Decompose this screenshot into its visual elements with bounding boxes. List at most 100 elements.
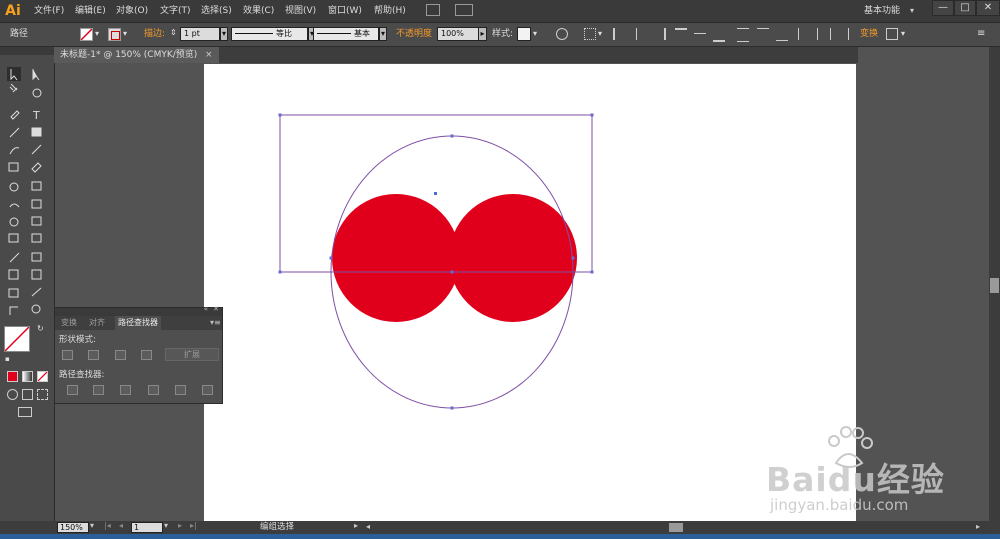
document-tab[interactable]: 未标题-1* @ 150% (CMYK/预览) <box>54 47 220 63</box>
tools-panel-header[interactable] <box>0 47 54 55</box>
minimize-button[interactable]: — <box>932 0 954 16</box>
align-hcenter-icon[interactable] <box>636 28 649 40</box>
close-panel-icon[interactable]: ✕ <box>213 305 219 313</box>
anchor-point[interactable] <box>450 406 454 410</box>
menu-help[interactable]: 帮助(H) <box>374 0 406 22</box>
scroll-left-icon[interactable]: ◂ <box>366 522 370 531</box>
crop-icon[interactable] <box>148 385 159 395</box>
graphic-style-swatch[interactable] <box>517 27 531 41</box>
bridge-icon[interactable] <box>426 4 440 16</box>
default-colors-icon[interactable]: ▪ <box>5 355 10 363</box>
scroll-right-icon[interactable]: ▸ <box>976 522 980 531</box>
workspace-dropdown-icon[interactable]: ▾ <box>910 6 914 15</box>
transform-label[interactable]: 变换 <box>860 23 878 46</box>
anchor-point[interactable] <box>571 256 575 260</box>
gradient-mode-icon[interactable] <box>22 371 33 382</box>
stroke-stepper-icon[interactable]: ⇕ <box>170 28 177 37</box>
tab-transform[interactable]: 变换 <box>58 316 80 330</box>
screen-mode-icon[interactable] <box>18 407 32 417</box>
expand-button[interactable]: 扩展 <box>165 348 219 361</box>
artboard-number-input[interactable]: 1 <box>131 522 163 533</box>
anchor-point[interactable] <box>278 270 282 274</box>
horizontal-scroll-thumb[interactable] <box>669 523 683 532</box>
align-left-icon[interactable] <box>613 28 627 40</box>
stroke-weight-dropdown[interactable]: ▾ <box>220 27 228 41</box>
artwork-group[interactable] <box>278 113 594 410</box>
first-artboard-icon[interactable]: |◂ <box>104 521 111 530</box>
tab-pathfinder[interactable]: 路径查找器 <box>115 316 161 330</box>
stroke-dropdown-icon[interactable]: ▾ <box>123 29 127 38</box>
status-menu-icon[interactable]: ▸ <box>354 521 358 530</box>
align-to-dropdown-icon[interactable]: ▾ <box>598 29 602 38</box>
isolate-dropdown-icon[interactable]: ▾ <box>901 29 905 38</box>
draw-behind-icon[interactable] <box>22 389 33 400</box>
fill-dropdown-icon[interactable]: ▾ <box>95 29 99 38</box>
variable-width-profile[interactable]: 等比 <box>231 27 308 41</box>
close-window-button[interactable]: ✕ <box>976 0 1000 16</box>
left-red-circle[interactable] <box>332 194 460 322</box>
zoom-input[interactable]: 150% <box>57 522 89 533</box>
style-dropdown-icon[interactable]: ▾ <box>533 29 537 38</box>
unite-icon[interactable] <box>62 350 73 360</box>
merge-icon[interactable] <box>120 385 131 395</box>
arrange-documents-icon[interactable] <box>455 4 473 16</box>
recolor-artwork-icon[interactable] <box>556 28 568 40</box>
anchor-point[interactable] <box>450 270 454 274</box>
divide-icon[interactable] <box>67 385 78 395</box>
menu-view[interactable]: 视图(V) <box>285 0 316 22</box>
anchor-point[interactable] <box>329 256 333 260</box>
next-artboard-icon[interactable]: ▸ <box>178 521 182 530</box>
stroke-weight-input[interactable]: 1 pt <box>180 27 220 41</box>
menu-edit[interactable]: 编辑(E) <box>75 0 106 22</box>
minus-back-icon[interactable] <box>202 385 213 395</box>
none-mode-icon[interactable] <box>37 371 48 382</box>
brush-definition[interactable]: 基本 <box>313 27 379 41</box>
align-vcenter-icon[interactable] <box>694 33 706 46</box>
fill-color-box[interactable] <box>4 326 30 352</box>
fill-swatch[interactable] <box>80 28 93 41</box>
opacity-input[interactable]: 100% <box>437 27 479 41</box>
menu-select[interactable]: 选择(S) <box>201 0 232 22</box>
collapse-panel-icon[interactable]: « <box>204 305 208 313</box>
brush-dropdown[interactable]: ▾ <box>379 27 387 41</box>
align-top-icon[interactable] <box>675 28 687 42</box>
opacity-label[interactable]: 不透明度 <box>396 23 432 46</box>
panel-menu-icon[interactable]: ≡ <box>977 28 985 39</box>
prev-artboard-icon[interactable]: ◂ <box>119 521 123 530</box>
opacity-dropdown[interactable]: ▸ <box>478 27 487 41</box>
close-document-icon[interactable]: × <box>205 47 213 63</box>
distribute-right-icon[interactable] <box>836 28 849 40</box>
draw-normal-icon[interactable] <box>7 389 18 400</box>
right-red-circle[interactable] <box>449 194 577 322</box>
workspace-switcher[interactable]: 基本功能 <box>864 0 900 22</box>
vertical-scroll-thumb[interactable] <box>990 278 999 293</box>
distribute-bottom-icon[interactable] <box>776 28 788 41</box>
distribute-vcenter-icon[interactable] <box>757 28 769 41</box>
distribute-left-icon[interactable] <box>798 28 811 40</box>
outline-icon[interactable] <box>175 385 186 395</box>
isolate-group-icon[interactable] <box>886 28 898 40</box>
stroke-swatch[interactable] <box>108 28 121 41</box>
stroke-label[interactable]: 描边: <box>144 23 165 46</box>
align-right-icon[interactable] <box>652 28 666 40</box>
panel-titlebar[interactable]: « ✕ <box>55 305 222 316</box>
anchor-point[interactable] <box>450 134 454 138</box>
menu-file[interactable]: 文件(F) <box>34 0 64 22</box>
intersect-icon[interactable] <box>115 350 126 360</box>
panel-options-icon[interactable]: ▾≡ <box>210 318 221 327</box>
menu-object[interactable]: 对象(O) <box>116 0 148 22</box>
artboard-dropdown-icon[interactable]: ▾ <box>164 521 168 530</box>
trim-icon[interactable] <box>93 385 104 395</box>
menu-window[interactable]: 窗口(W) <box>328 0 362 22</box>
minus-front-icon[interactable] <box>88 350 99 360</box>
menu-type[interactable]: 文字(T) <box>160 0 191 22</box>
restore-button[interactable]: □ <box>954 0 976 16</box>
align-bottom-icon[interactable] <box>713 28 725 42</box>
anchor-point[interactable] <box>590 270 594 274</box>
color-mode-icon[interactable] <box>7 371 18 382</box>
distribute-top-icon[interactable] <box>737 28 749 42</box>
anchor-point[interactable] <box>590 113 594 117</box>
draw-inside-icon[interactable] <box>37 389 48 400</box>
zoom-dropdown-icon[interactable]: ▾ <box>90 521 94 530</box>
menu-effect[interactable]: 效果(C) <box>243 0 274 22</box>
